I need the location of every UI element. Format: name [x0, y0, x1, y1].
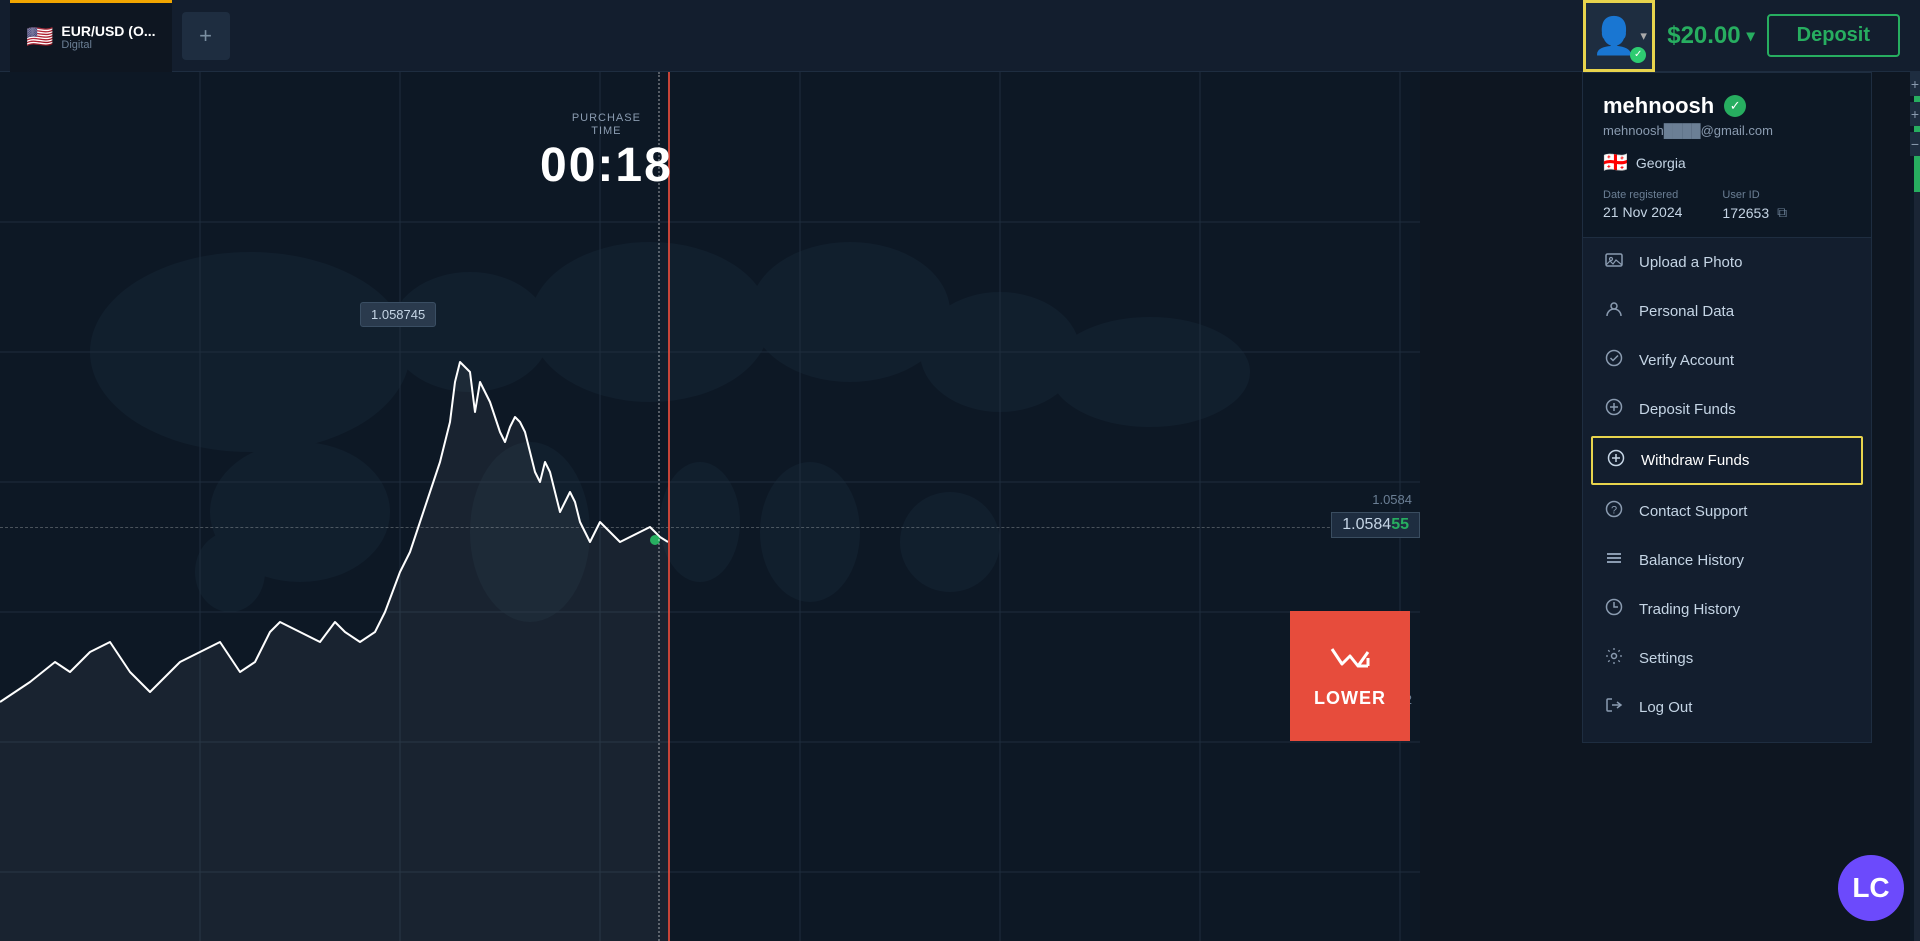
date-registered-label: Date registered — [1603, 189, 1682, 201]
right-scrollbar[interactable]: + + − — [1910, 72, 1920, 941]
menu-item-upload-photo[interactable]: Upload a Photo — [1583, 238, 1871, 287]
menu-item-trading-history[interactable]: Trading History — [1583, 585, 1871, 634]
price-highlight: 55 — [1391, 516, 1409, 534]
balance-arrow: ▾ — [1747, 26, 1755, 46]
topbar-right: 👤 ✓ ▾ $20.00 ▾ Deposit — [1583, 0, 1910, 72]
vertical-red-line — [668, 72, 670, 941]
user-id-value: 172653 ⧉ — [1722, 204, 1787, 221]
vertical-dotted-line — [658, 72, 660, 941]
balance-history-label: Balance History — [1639, 552, 1744, 569]
avatar-dropdown-arrow: ▾ — [1640, 28, 1647, 44]
user-id-label: User ID — [1722, 189, 1787, 201]
corner-logo[interactable]: LC — [1838, 855, 1904, 921]
pair-tab[interactable]: 🇺🇸 EUR/USD (O... Digital — [10, 0, 172, 72]
contact-support-icon: ? — [1603, 500, 1625, 523]
user-meta: Date registered 21 Nov 2024 User ID 1726… — [1603, 189, 1851, 221]
menu-item-settings[interactable]: Settings — [1583, 634, 1871, 683]
contact-support-label: Contact Support — [1639, 503, 1747, 520]
trading-history-icon — [1603, 598, 1625, 621]
pair-flag: 🇺🇸 — [26, 24, 53, 50]
country-name: Georgia — [1636, 155, 1686, 171]
withdraw-funds-icon — [1605, 449, 1627, 472]
balance-history-icon — [1603, 549, 1625, 572]
copy-id-button[interactable]: ⧉ — [1777, 204, 1787, 221]
lower-button-label: LOWER — [1314, 688, 1386, 709]
user-info-section: mehnoosh ✓ mehnoosh████@gmail.com 🇬🇪 Geo… — [1583, 73, 1871, 238]
meta-user-id: User ID 172653 ⧉ — [1722, 189, 1787, 221]
avatar-icon: 👤 — [1592, 15, 1637, 57]
chart-grid-svg — [0, 72, 1420, 941]
price-value: 1.0584 — [1342, 516, 1391, 534]
add-tab-button[interactable]: + — [182, 12, 230, 60]
dropdown-menu: Upload a Photo Personal Data Verify Acco… — [1583, 238, 1871, 732]
scrollbar-plus-top[interactable]: + — [1910, 72, 1920, 96]
svg-text:?: ? — [1611, 505, 1617, 517]
trading-history-label: Trading History — [1639, 601, 1740, 618]
upload-photo-icon — [1603, 251, 1625, 274]
chart-area: PURCHASE TIME 00:18 1.058745 1.058455 1.… — [0, 72, 1420, 941]
menu-item-deposit-funds[interactable]: Deposit Funds — [1583, 385, 1871, 434]
verify-account-icon — [1603, 349, 1625, 372]
deposit-funds-icon — [1603, 398, 1625, 421]
pair-name: EUR/USD (O... — [61, 23, 155, 40]
upload-photo-label: Upload a Photo — [1639, 254, 1742, 271]
corner-logo-text: LC — [1852, 872, 1889, 904]
username: mehnoosh — [1603, 93, 1714, 119]
scrollbar-track — [1914, 72, 1920, 941]
date-registered-value: 21 Nov 2024 — [1603, 204, 1682, 220]
settings-label: Settings — [1639, 650, 1693, 667]
user-country: 🇬🇪 Georgia — [1603, 150, 1851, 175]
user-name-row: mehnoosh ✓ — [1603, 93, 1851, 119]
avatar-button[interactable]: 👤 ✓ ▾ — [1583, 0, 1655, 72]
lower-button[interactable]: LOWER — [1290, 611, 1410, 741]
personal-data-icon — [1603, 300, 1625, 323]
log-out-icon — [1603, 696, 1625, 719]
topbar: 🇺🇸 EUR/USD (O... Digital + 👤 ✓ ▾ $20.00 … — [0, 0, 1920, 72]
balance-button[interactable]: $20.00 ▾ — [1667, 22, 1754, 50]
lower-button-icon — [1330, 644, 1370, 682]
deposit-button[interactable]: Deposit — [1767, 14, 1900, 57]
menu-item-verify-account[interactable]: Verify Account — [1583, 336, 1871, 385]
personal-data-label: Personal Data — [1639, 303, 1734, 320]
price-tooltip: 1.058745 — [360, 302, 436, 327]
menu-item-log-out[interactable]: Log Out — [1583, 683, 1871, 732]
pair-type: Digital — [61, 39, 155, 51]
settings-icon — [1603, 647, 1625, 670]
menu-item-balance-history[interactable]: Balance History — [1583, 536, 1871, 585]
scrollbar-plus-mid[interactable]: + — [1910, 102, 1920, 126]
user-email: mehnoosh████@gmail.com — [1603, 123, 1851, 138]
y-label-1: 1.0584 — [1372, 492, 1412, 507]
withdraw-funds-label: Withdraw Funds — [1641, 452, 1749, 469]
current-price-label: 1.058455 — [1331, 512, 1420, 538]
menu-item-personal-data[interactable]: Personal Data — [1583, 287, 1871, 336]
tooltip-price: 1.058745 — [371, 307, 425, 322]
deposit-funds-label: Deposit Funds — [1639, 401, 1736, 418]
meta-date-registered: Date registered 21 Nov 2024 — [1603, 189, 1682, 221]
avatar-verified-badge: ✓ — [1630, 47, 1646, 63]
country-flag: 🇬🇪 — [1603, 150, 1628, 175]
user-dropdown-panel: mehnoosh ✓ mehnoosh████@gmail.com 🇬🇪 Geo… — [1582, 72, 1872, 743]
balance-amount: $20.00 — [1667, 22, 1740, 50]
horizontal-dashed-line — [0, 527, 1420, 528]
user-verified-icon: ✓ — [1724, 95, 1746, 117]
scrollbar-minus[interactable]: − — [1910, 132, 1920, 156]
verify-account-label: Verify Account — [1639, 352, 1734, 369]
log-out-label: Log Out — [1639, 699, 1692, 716]
menu-item-withdraw-funds[interactable]: Withdraw Funds — [1591, 436, 1863, 485]
menu-item-contact-support[interactable]: ? Contact Support — [1583, 487, 1871, 536]
